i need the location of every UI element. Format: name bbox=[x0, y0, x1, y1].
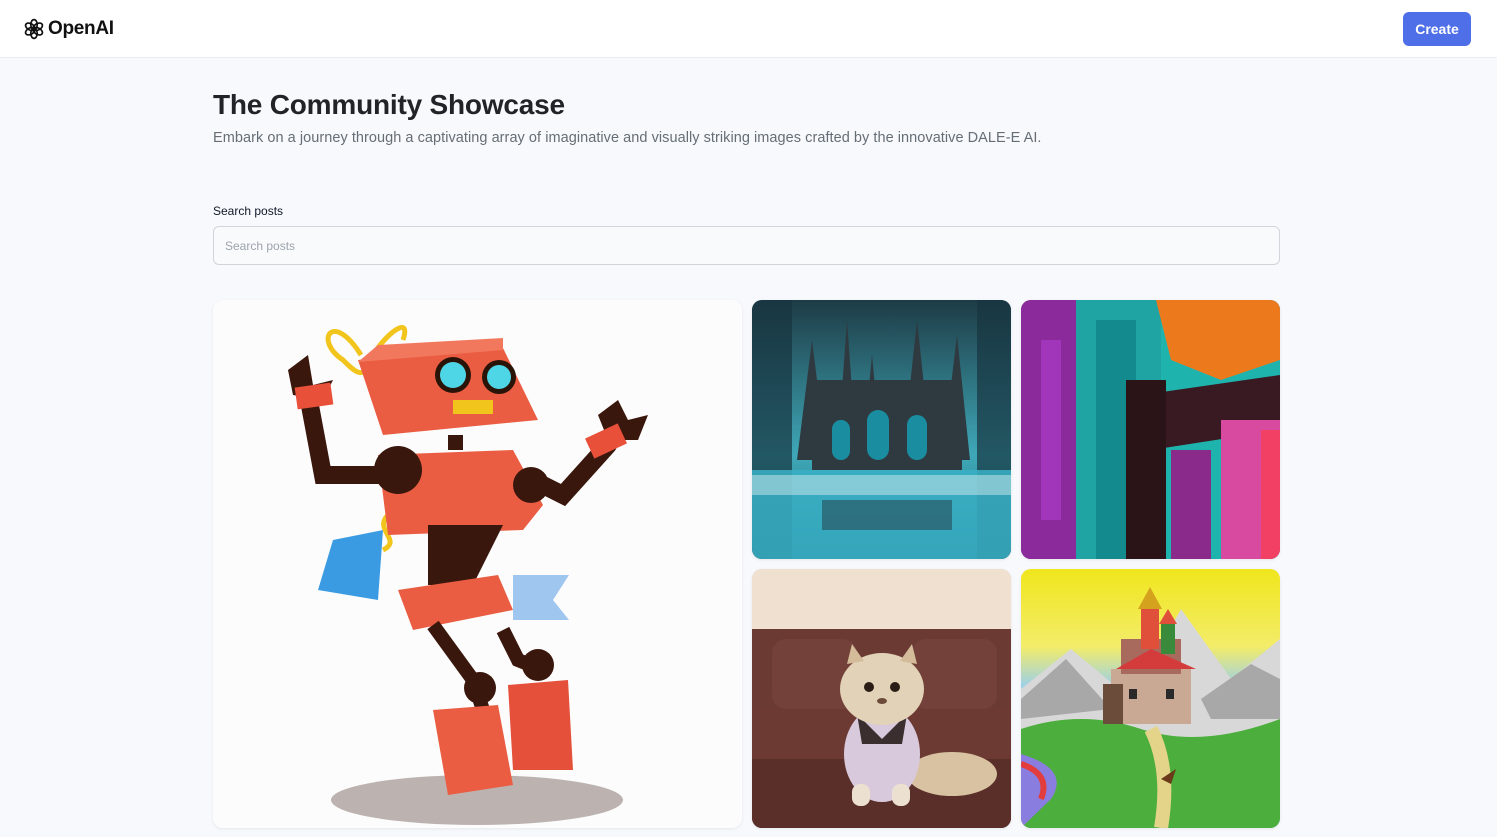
create-button[interactable]: Create bbox=[1403, 11, 1471, 46]
abstract-image bbox=[1021, 300, 1280, 559]
gallery-card-castle[interactable] bbox=[752, 300, 1011, 559]
top-nav: OpenAI Create bbox=[0, 0, 1497, 58]
search-label: Search posts bbox=[213, 204, 284, 218]
gallery-card-cartoon-castle[interactable] bbox=[1021, 569, 1280, 828]
gallery-card-robot[interactable] bbox=[213, 300, 742, 828]
page-title: The Community Showcase bbox=[213, 89, 565, 120]
brand-name: OpenAI bbox=[48, 17, 114, 39]
castle-image bbox=[752, 300, 1011, 559]
main-content: The Community Showcase Embark on a journ… bbox=[213, 58, 1280, 828]
gallery-card-cat[interactable] bbox=[752, 569, 1011, 828]
search-input[interactable] bbox=[213, 226, 1280, 265]
cat-image bbox=[752, 569, 1011, 828]
robot-image bbox=[213, 300, 742, 828]
openai-logo-icon bbox=[24, 18, 44, 39]
gallery-card-abstract[interactable] bbox=[1021, 300, 1280, 559]
brand-logo[interactable]: OpenAI bbox=[22, 17, 114, 41]
page-subtitle: Embark on a journey through a captivatin… bbox=[213, 130, 1042, 146]
image-gallery bbox=[213, 300, 1280, 837]
cartoon-castle-image bbox=[1021, 569, 1280, 828]
